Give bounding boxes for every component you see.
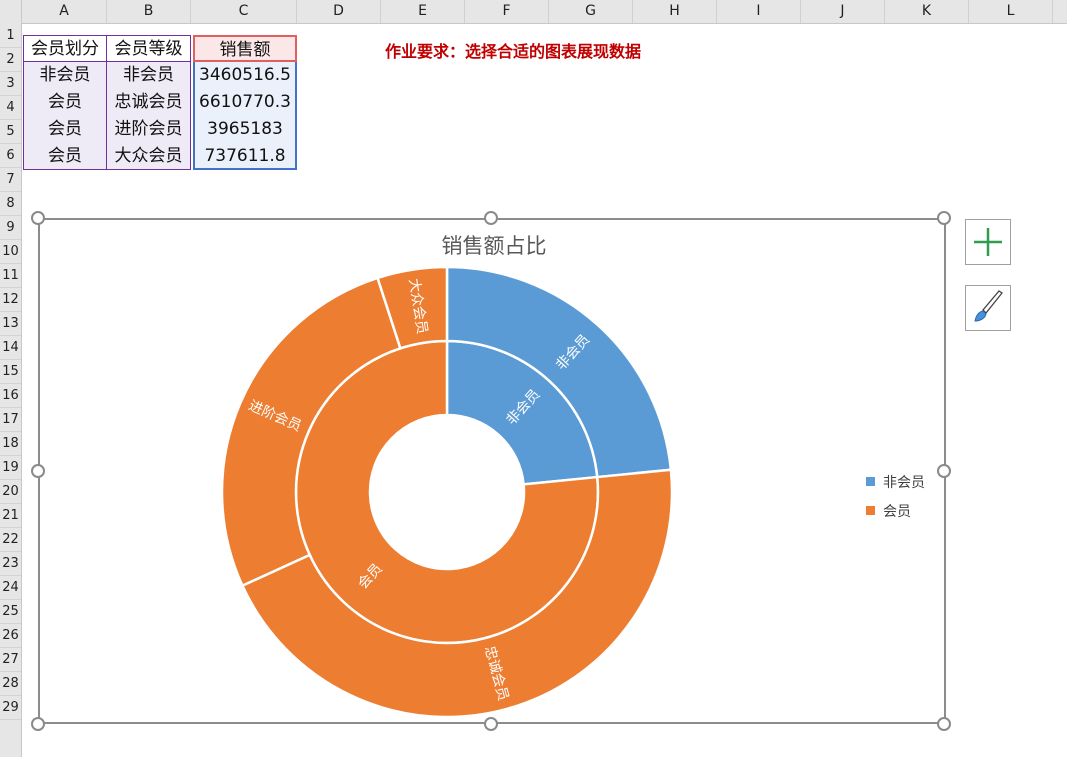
legend-swatch-member — [866, 506, 875, 515]
row-header-4[interactable]: 4 — [0, 96, 21, 120]
legend-label-member: 会员 — [883, 503, 911, 520]
row-header-1[interactable]: 1 — [0, 24, 21, 48]
row-header-6[interactable]: 6 — [0, 144, 21, 168]
row-header-13[interactable]: 13 — [0, 312, 21, 336]
chart-legend[interactable]: 非会员 会员 — [866, 467, 925, 525]
column-header-c[interactable]: C — [191, 0, 297, 23]
row-header-22[interactable]: 22 — [0, 528, 21, 552]
column-header-l[interactable]: L — [969, 0, 1053, 23]
column-header-b[interactable]: B — [107, 0, 191, 23]
table-cell-r2-c2[interactable]: 忠诚会员 — [107, 89, 191, 116]
row-header-18[interactable]: 18 — [0, 432, 21, 456]
row-header-23[interactable]: 23 — [0, 552, 21, 576]
row-header-20[interactable]: 20 — [0, 480, 21, 504]
resize-handle-bottom[interactable] — [484, 717, 498, 731]
table-cell-r4-c2[interactable]: 大众会员 — [107, 143, 191, 170]
row-header-10[interactable]: 10 — [0, 240, 21, 264]
column-header-e[interactable]: E — [381, 0, 465, 23]
row-header-5[interactable]: 5 — [0, 120, 21, 144]
legend-label-nonmember: 非会员 — [883, 474, 925, 491]
table-cell-r2-c3[interactable]: 6610770.3 — [193, 89, 297, 116]
row-header-25[interactable]: 25 — [0, 600, 21, 624]
header-cell-sales[interactable]: 销售额 — [193, 35, 297, 62]
select-all-corner[interactable] — [0, 0, 22, 24]
legend-swatch-nonmember — [866, 477, 875, 486]
legend-item-nonmember[interactable]: 非会员 — [866, 467, 925, 496]
row-header-16[interactable]: 16 — [0, 384, 21, 408]
resize-handle-top-right[interactable] — [937, 211, 951, 225]
table-cell-r2-c1[interactable]: 会员 — [23, 89, 107, 116]
row-header-27[interactable]: 27 — [0, 648, 21, 672]
column-header-k[interactable]: K — [885, 0, 969, 23]
sunburst-chart[interactable]: 非会员会员非会员忠诚会员进阶会员大众会员 — [40, 220, 948, 726]
table-cell-r1-c3[interactable]: 3460516.5 — [193, 62, 297, 89]
column-header-d[interactable]: D — [297, 0, 381, 23]
row-header-15[interactable]: 15 — [0, 360, 21, 384]
row-header-21[interactable]: 21 — [0, 504, 21, 528]
row-header-17[interactable]: 17 — [0, 408, 21, 432]
row-header-11[interactable]: 11 — [0, 264, 21, 288]
column-header-i[interactable]: I — [717, 0, 801, 23]
plus-icon — [974, 228, 1002, 256]
column-header-j[interactable]: J — [801, 0, 885, 23]
row-header-3[interactable]: 3 — [0, 72, 21, 96]
row-header-2[interactable]: 2 — [0, 48, 21, 72]
table-cell-r3-c3[interactable]: 3965183 — [193, 116, 297, 143]
row-header-19[interactable]: 19 — [0, 456, 21, 480]
chart-elements-button[interactable] — [965, 219, 1011, 265]
row-header-8[interactable]: 8 — [0, 192, 21, 216]
table-cell-r1-c1[interactable]: 非会员 — [23, 62, 107, 89]
resize-handle-right[interactable] — [937, 464, 951, 478]
row-header-26[interactable]: 26 — [0, 624, 21, 648]
table-cell-r3-c2[interactable]: 进阶会员 — [107, 116, 191, 143]
column-header-h[interactable]: H — [633, 0, 717, 23]
row-header-29[interactable]: 29 — [0, 696, 21, 720]
table-cell-r4-c3[interactable]: 737611.8 — [193, 143, 297, 170]
resize-handle-bottom-right[interactable] — [937, 717, 951, 731]
header-cell-level[interactable]: 会员等级 — [107, 35, 191, 62]
row-header-14[interactable]: 14 — [0, 336, 21, 360]
row-header-bar: 1 2 3 4 5 6 7 8 9 10 11 12 13 14 15 16 17 18 19 20 21 22 23 24 2… — [0, 24, 22, 757]
column-header-f[interactable]: F — [465, 0, 549, 23]
header-cell-membership[interactable]: 会员划分 — [23, 35, 107, 62]
column-header-bar: A B C D E F G H I J K L — [0, 0, 1067, 24]
legend-item-member[interactable]: 会员 — [866, 496, 925, 525]
row-header-7[interactable]: 7 — [0, 168, 21, 192]
chart-styles-button[interactable] — [965, 285, 1011, 331]
row-header-24[interactable]: 24 — [0, 576, 21, 600]
table-cell-r1-c2[interactable]: 非会员 — [107, 62, 191, 89]
row-header-28[interactable]: 28 — [0, 672, 21, 696]
assignment-note: 作业要求：选择合适的图表展现数据 — [385, 42, 642, 61]
resize-handle-top-left[interactable] — [31, 211, 45, 225]
brush-icon — [974, 290, 1003, 322]
column-header-g[interactable]: G — [549, 0, 633, 23]
row-header-9[interactable]: 9 — [0, 216, 21, 240]
resize-handle-top[interactable] — [484, 211, 498, 225]
resize-handle-bottom-left[interactable] — [31, 717, 45, 731]
column-header-a[interactable]: A — [22, 0, 107, 23]
chart-area[interactable]: 销售额占比 非会员 会员 非会员 忠诚会员 进阶会员 大众会员 非会员 会员 — [38, 218, 946, 724]
table-cell-r4-c1[interactable]: 会员 — [23, 143, 107, 170]
table-cell-r3-c1[interactable]: 会员 — [23, 116, 107, 143]
row-header-12[interactable]: 12 — [0, 288, 21, 312]
resize-handle-left[interactable] — [31, 464, 45, 478]
